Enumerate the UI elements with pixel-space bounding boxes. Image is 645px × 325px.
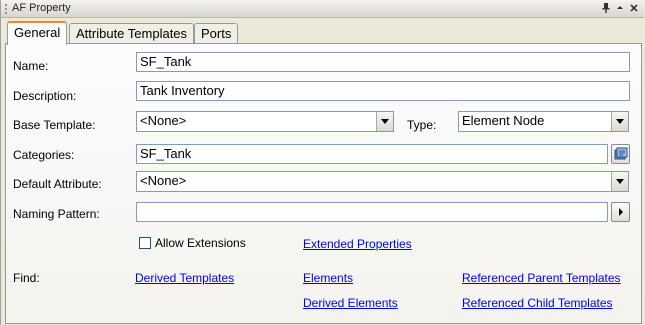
base-template-select[interactable]: <None>	[136, 111, 394, 132]
base-template-label: Base Template:	[13, 118, 96, 132]
tab-attribute-templates[interactable]: Attribute Templates	[69, 23, 195, 44]
allow-extensions-label: Allow Extensions	[155, 236, 246, 250]
default-attribute-value: <None>	[140, 173, 187, 188]
chevron-down-icon[interactable]	[376, 112, 393, 131]
type-label: Type:	[407, 118, 437, 132]
browse-categories-button[interactable]	[611, 144, 630, 164]
name-field[interactable]: SF_Tank	[136, 52, 630, 72]
derived-elements-link[interactable]: Derived Elements	[303, 296, 398, 310]
naming-pattern-label: Naming Pattern:	[13, 207, 100, 221]
description-label: Description:	[13, 89, 77, 103]
derived-templates-link[interactable]: Derived Templates	[135, 271, 234, 285]
chevron-down-icon[interactable]	[611, 172, 628, 191]
default-attribute-label: Default Attribute:	[13, 177, 102, 191]
type-select[interactable]: Element Node	[458, 111, 629, 132]
name-label: Name:	[13, 59, 49, 73]
allow-extensions-checkbox[interactable]	[139, 237, 151, 249]
caret-up-icon[interactable]	[614, 2, 626, 15]
naming-pattern-field[interactable]	[136, 202, 608, 222]
general-panel: Name: SF_Tank Description: Tank Inventor…	[5, 43, 642, 324]
default-attribute-select[interactable]: <None>	[136, 171, 629, 192]
af-property-window: AF Property General Attribute Templates …	[0, 0, 645, 325]
type-value: Element Node	[462, 113, 545, 128]
title-bar[interactable]: AF Property	[1, 0, 644, 18]
naming-pattern-menu-button[interactable]	[611, 202, 630, 222]
referenced-parent-templates-link[interactable]: Referenced Parent Templates	[462, 271, 621, 285]
extended-properties-link[interactable]: Extended Properties	[303, 237, 412, 251]
description-field[interactable]: Tank Inventory	[136, 81, 630, 101]
chevron-down-icon[interactable]	[611, 112, 628, 131]
find-label: Find:	[13, 271, 40, 285]
tab-ports[interactable]: Ports	[194, 23, 239, 44]
close-icon[interactable]	[628, 2, 640, 15]
categories-field[interactable]: SF_Tank	[136, 144, 608, 164]
browse-categories-icon	[614, 147, 628, 160]
tab-general[interactable]: General	[7, 21, 68, 45]
base-template-value: <None>	[140, 113, 187, 128]
elements-link[interactable]: Elements	[303, 271, 353, 285]
referenced-child-templates-link[interactable]: Referenced Child Templates	[462, 296, 613, 310]
grip-icon[interactable]	[4, 3, 8, 15]
categories-label: Categories:	[13, 148, 75, 162]
pin-icon[interactable]	[600, 2, 612, 15]
window-title: AF Property	[12, 2, 71, 14]
